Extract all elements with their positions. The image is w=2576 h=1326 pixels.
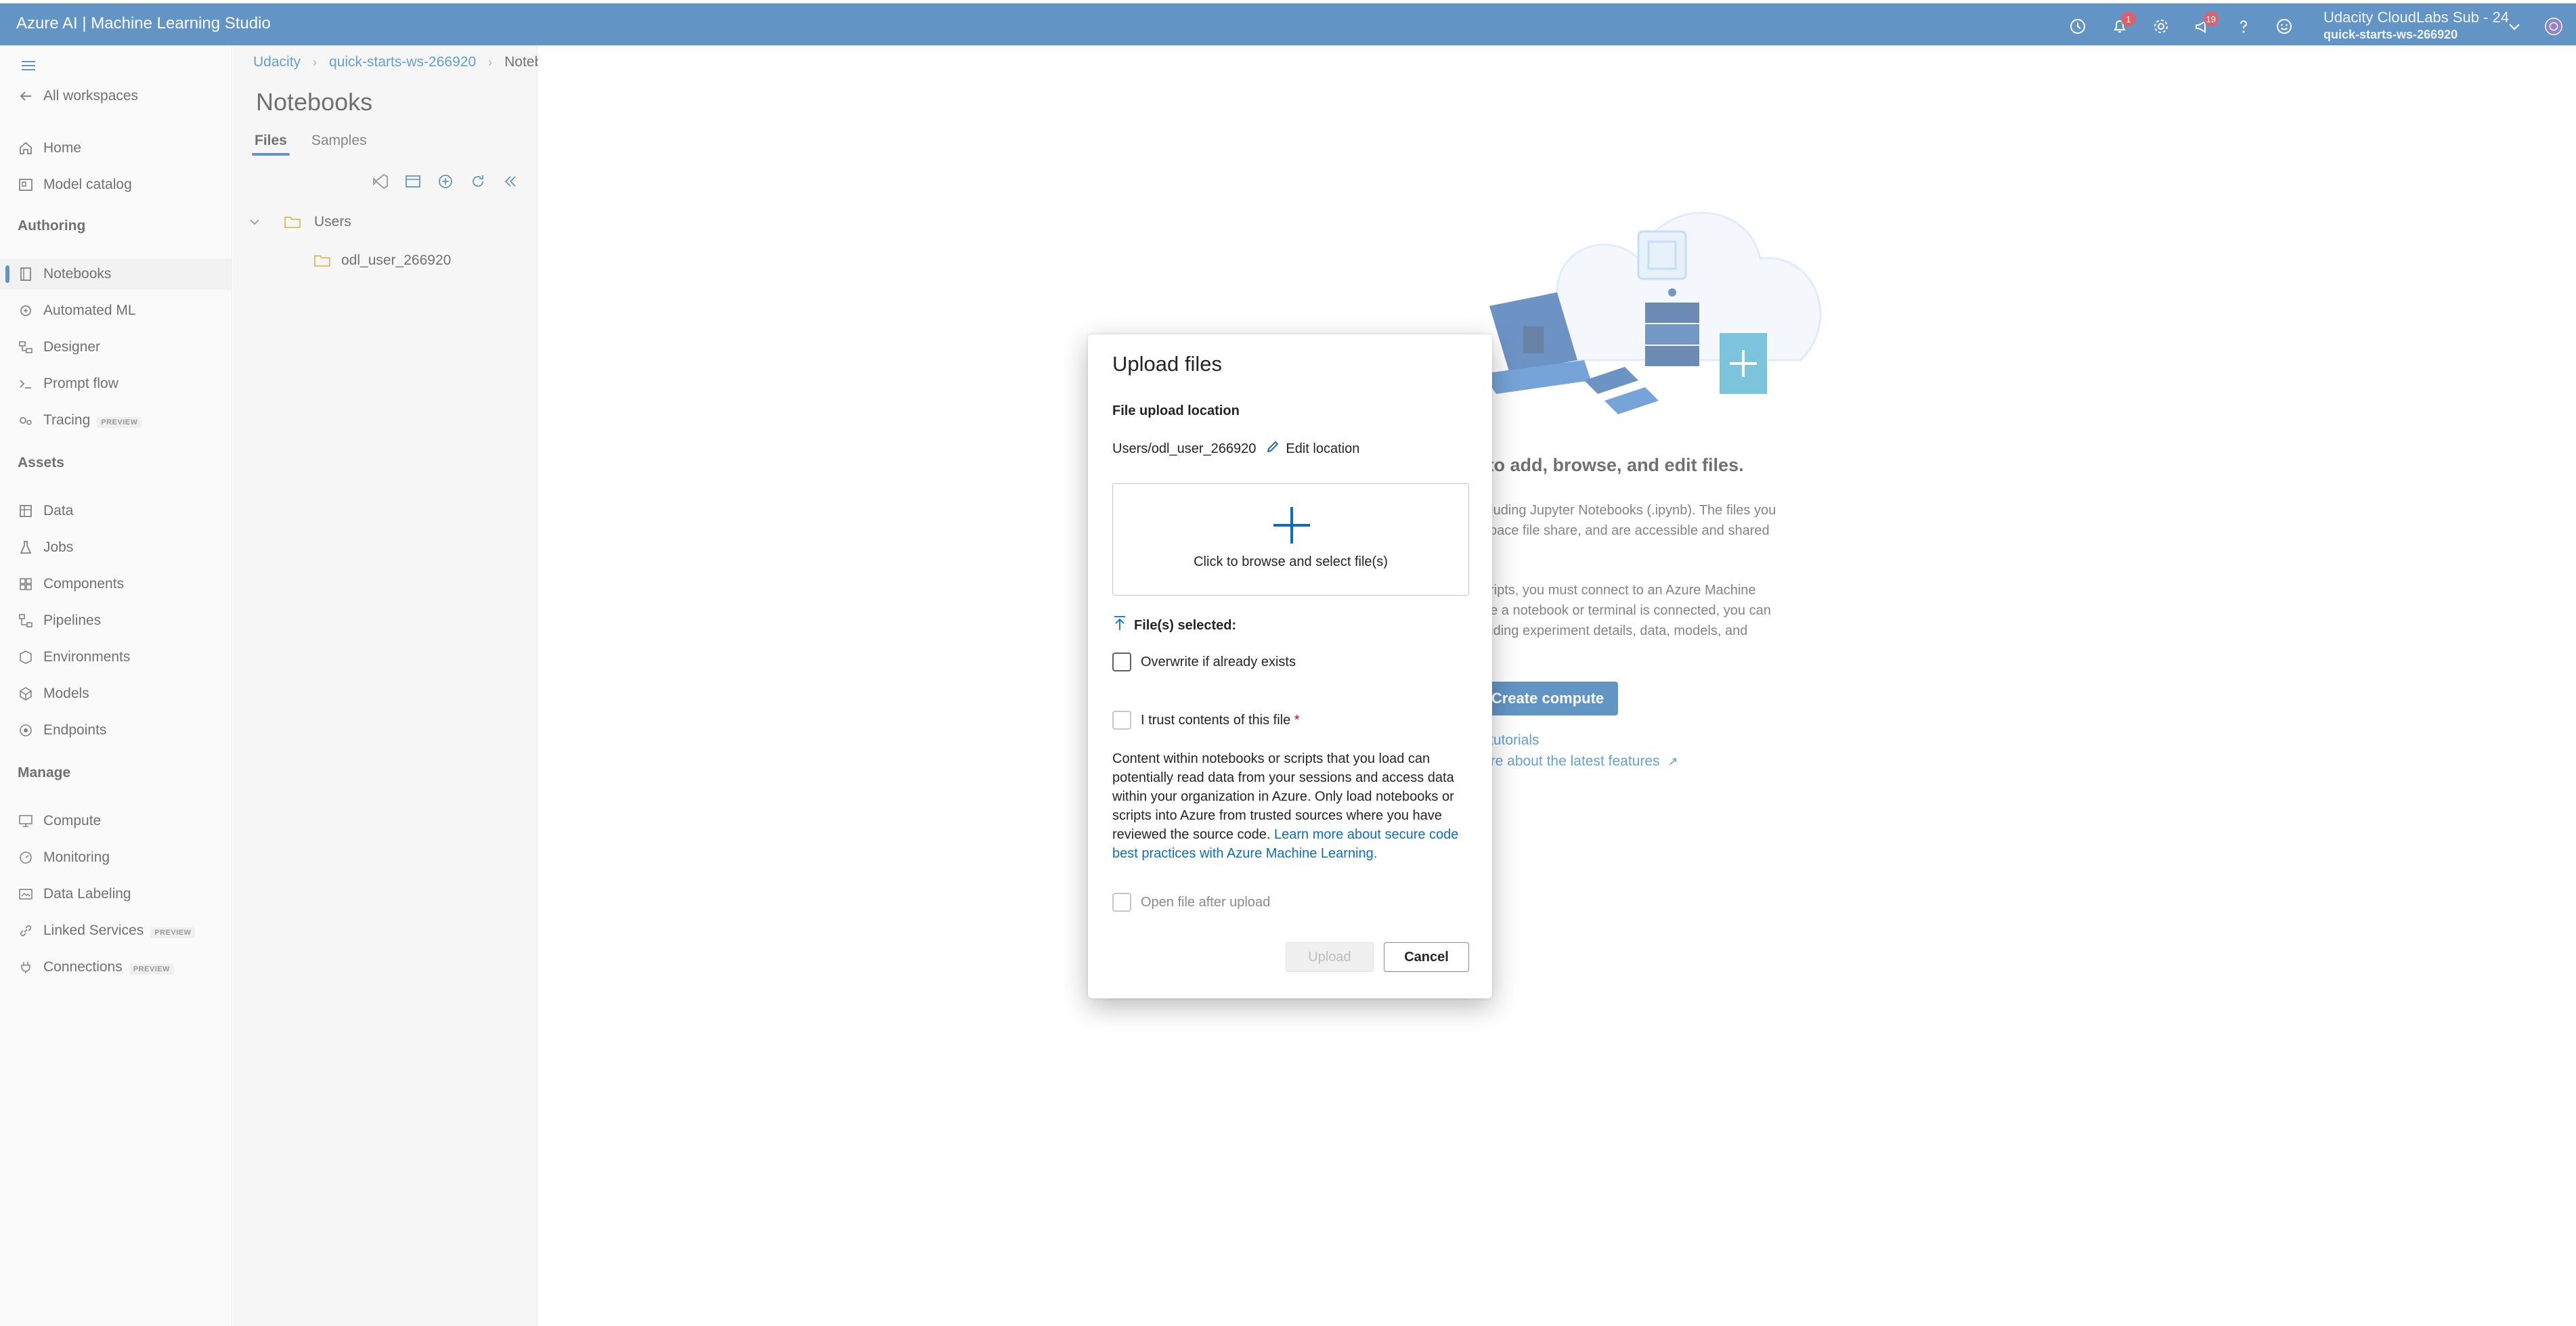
open-after-upload-label: Open file after upload — [1141, 894, 1271, 910]
upload-location-row: Users/odl_user_266920 Edit location — [1112, 439, 1359, 458]
security-disclaimer: Content within notebooks or scripts that… — [1112, 749, 1471, 863]
plus-icon — [1273, 507, 1310, 544]
upload-location-path: Users/odl_user_266920 — [1112, 441, 1257, 456]
pencil-icon — [1265, 439, 1280, 458]
trust-checkbox-row[interactable]: I trust contents of this file * — [1112, 711, 1300, 730]
upload-location-label: File upload location — [1112, 403, 1240, 418]
file-dropzone[interactable]: Click to browse and select file(s) — [1112, 483, 1469, 596]
edit-location-button[interactable]: Edit location — [1265, 439, 1359, 458]
cancel-button[interactable]: Cancel — [1384, 942, 1469, 972]
overwrite-checkbox-row[interactable]: Overwrite if already exists — [1112, 653, 1296, 671]
trust-label-group: I trust contents of this file * — [1141, 713, 1300, 728]
dialog-title: Upload files — [1112, 352, 1222, 376]
trust-label: I trust contents of this file — [1141, 712, 1291, 728]
overwrite-checkbox[interactable] — [1112, 653, 1131, 671]
upload-files-dialog: Upload files File upload location Users/… — [1088, 334, 1492, 998]
trust-checkbox[interactable] — [1112, 711, 1131, 730]
upload-arrow-icon — [1112, 615, 1127, 636]
required-mark: * — [1294, 712, 1300, 728]
upload-button[interactable]: Upload — [1286, 942, 1374, 972]
files-selected-row: File(s) selected: — [1112, 615, 1236, 636]
open-after-upload-row[interactable]: Open file after upload — [1112, 893, 1270, 912]
files-selected-label: File(s) selected: — [1134, 617, 1237, 633]
open-after-upload-checkbox[interactable] — [1112, 893, 1131, 912]
edit-location-label: Edit location — [1286, 441, 1360, 456]
dropzone-text: Click to browse and select file(s) — [1194, 554, 1388, 569]
overwrite-label: Overwrite if already exists — [1141, 654, 1296, 669]
